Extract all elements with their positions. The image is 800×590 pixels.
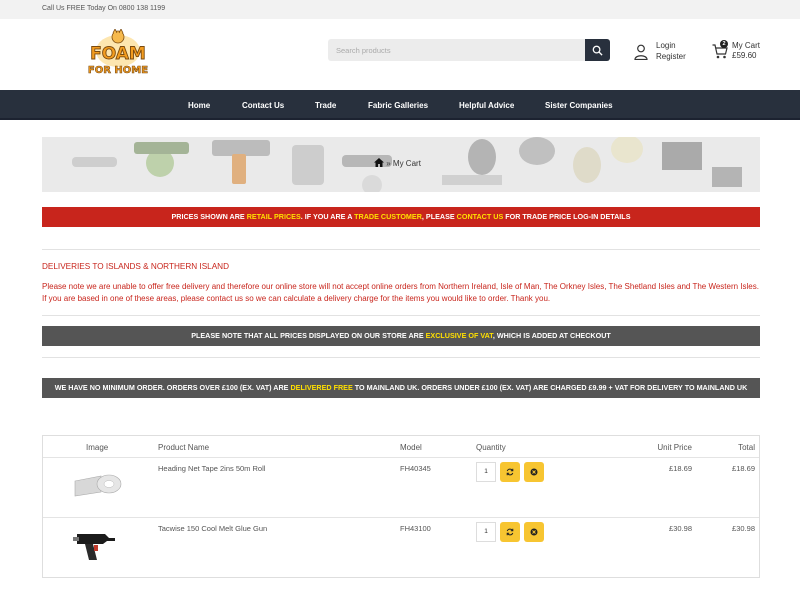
header: FOAM FOR HOME Login Register 2 My Cart £… — [0, 19, 800, 90]
update-quantity-button[interactable] — [500, 522, 520, 542]
tape-roll-image[interactable] — [73, 472, 123, 498]
product-model: FH40345 — [400, 464, 431, 473]
divider — [42, 249, 760, 250]
search-bar — [328, 39, 610, 61]
logo-text-for-home: FOR HOME — [88, 65, 148, 76]
notice-highlight-vat: EXCLUSIVE OF VAT — [425, 331, 493, 340]
nav-item-home[interactable]: Home — [188, 101, 210, 110]
remove-icon — [530, 468, 538, 476]
login-link[interactable]: Login — [656, 41, 676, 51]
table-row: Heading Net Tape 2ins 50m Roll FH40345 1… — [43, 457, 759, 517]
notice-text: . IF YOU ARE A — [300, 212, 355, 221]
phone-text: Call Us FREE Today On 0800 138 1199 — [42, 5, 166, 12]
line-total: £30.98 — [732, 524, 755, 533]
notice-text: PRICES SHOWN ARE — [171, 212, 247, 221]
main-nav: Home Contact Us Trade Fabric Galleries H… — [0, 90, 800, 120]
header-model: Model — [400, 443, 422, 452]
search-button[interactable] — [585, 39, 610, 61]
glue-gun-image[interactable] — [73, 528, 117, 562]
breadcrumb: » My Cart — [374, 158, 421, 168]
header-image: Image — [86, 443, 109, 452]
logo-text-foam: FOAM — [90, 44, 146, 64]
mini-cart[interactable]: 2 My Cart £59.60 — [712, 39, 772, 63]
notice-text: PLEASE NOTE THAT ALL PRICES DISPLAYED ON… — [191, 331, 426, 340]
nav-item-trade[interactable]: Trade — [315, 101, 336, 110]
delivery-text: Please note we are unable to offer free … — [42, 282, 759, 303]
refresh-icon — [506, 528, 514, 536]
nav-item-fabric-galleries[interactable]: Fabric Galleries — [368, 101, 428, 110]
search-input[interactable] — [328, 39, 585, 61]
foam-for-home-logo[interactable]: FOAM FOR HOME — [82, 29, 154, 77]
vat-notice: PLEASE NOTE THAT ALL PRICES DISPLAYED ON… — [42, 326, 760, 346]
refresh-icon — [506, 468, 514, 476]
table-row: Tacwise 150 Cool Melt Glue Gun FH43100 1… — [43, 517, 759, 577]
top-bar: Call Us FREE Today On 0800 138 1199 — [0, 0, 800, 19]
contact-us-link[interactable]: CONTACT US — [457, 212, 504, 221]
header-total: Total — [738, 443, 755, 452]
nav-item-helpful-advice[interactable]: Helpful Advice — [459, 101, 514, 110]
quantity-input[interactable]: 1 — [476, 462, 496, 482]
notice-highlight-delivered-free: DELIVERED FREE — [290, 383, 353, 392]
order-notice: WE HAVE NO MINIMUM ORDER. ORDERS OVER £1… — [42, 378, 760, 398]
quantity-input[interactable]: 1 — [476, 522, 496, 542]
header-quantity: Quantity — [476, 443, 506, 452]
home-icon[interactable] — [374, 158, 384, 167]
divider — [42, 357, 760, 358]
breadcrumb-separator: » — [386, 159, 391, 168]
product-name-link[interactable]: Tacwise 150 Cool Melt Glue Gun — [158, 524, 267, 533]
product-model: FH43100 — [400, 524, 431, 533]
search-icon — [592, 45, 603, 56]
unit-price: £30.98 — [669, 524, 692, 533]
notice-text: , PLEASE — [421, 212, 457, 221]
remove-icon — [530, 528, 538, 536]
cart-table: Image Product Name Model Quantity Unit P… — [42, 435, 760, 578]
account-links: Login Register — [634, 41, 704, 63]
update-quantity-button[interactable] — [500, 462, 520, 482]
remove-item-button[interactable] — [524, 522, 544, 542]
nav-item-sister-companies[interactable]: Sister Companies — [545, 101, 613, 110]
delivery-title: DELIVERIES TO ISLANDS & NORTHERN ISLAND — [42, 262, 230, 271]
unit-price: £18.69 — [669, 464, 692, 473]
user-icon — [634, 44, 648, 60]
header-product-name: Product Name — [158, 443, 210, 452]
register-link[interactable]: Register — [656, 52, 686, 62]
notice-text: WE HAVE NO MINIMUM ORDER. ORDERS OVER £1… — [54, 383, 291, 392]
cart-count-badge: 2 — [720, 40, 728, 48]
remove-item-button[interactable] — [524, 462, 544, 482]
breadcrumb-current[interactable]: My Cart — [393, 159, 421, 168]
notice-text: TO MAINLAND UK. ORDERS UNDER £100 (EX. V… — [352, 383, 748, 392]
product-name-link[interactable]: Heading Net Tape 2ins 50m Roll — [158, 464, 265, 473]
cart-title: My Cart — [732, 41, 760, 50]
cart-total: £59.60 — [732, 51, 757, 60]
line-total: £18.69 — [732, 464, 755, 473]
nav-item-contact-us[interactable]: Contact Us — [242, 101, 284, 110]
notice-highlight-trade: TRADE CUSTOMER — [354, 212, 422, 221]
notice-text: , WHICH IS ADDED AT CHECKOUT — [492, 331, 611, 340]
header-unit-price: Unit Price — [657, 443, 692, 452]
divider — [42, 315, 760, 316]
notice-highlight-retail: RETAIL PRICES — [246, 212, 301, 221]
notice-text: FOR TRADE PRICE LOG-IN DETAILS — [503, 212, 631, 221]
retail-price-notice: PRICES SHOWN ARE RETAIL PRICES. IF YOU A… — [42, 207, 760, 227]
